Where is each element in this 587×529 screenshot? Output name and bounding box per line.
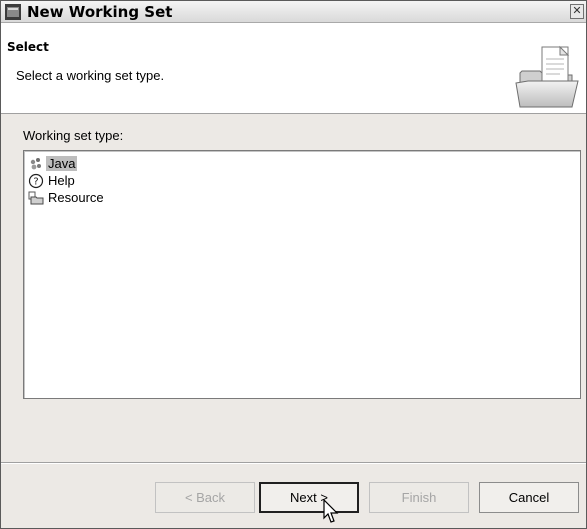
mouse-pointer-icon xyxy=(323,499,339,523)
eclipse-app-icon xyxy=(5,4,21,20)
button-bar-separator xyxy=(1,462,586,464)
back-button[interactable]: < Back xyxy=(155,482,255,513)
page-title: Select xyxy=(7,40,49,54)
new-working-set-dialog: New Working Set ✕ Select Select a workin… xyxy=(0,0,587,529)
list-item-label: Help xyxy=(48,173,75,188)
working-set-type-list[interactable]: Java ? Help Resource xyxy=(23,150,581,399)
java-icon xyxy=(30,157,41,169)
title-bar[interactable]: New Working Set ✕ xyxy=(1,1,586,23)
folder-with-document-icon xyxy=(515,45,579,108)
help-icon: ? xyxy=(28,173,44,188)
close-icon: ✕ xyxy=(572,5,582,17)
working-set-type-label: Working set type: xyxy=(23,128,124,143)
list-item-label: Java xyxy=(46,156,78,171)
svg-text:?: ? xyxy=(33,176,38,187)
list-item-java[interactable]: Java xyxy=(28,155,78,172)
finish-button[interactable]: Finish xyxy=(369,482,469,513)
page-description: Select a working set type. xyxy=(16,68,165,83)
list-item-help[interactable]: ? Help xyxy=(28,172,77,189)
cancel-button[interactable]: Cancel xyxy=(479,482,579,513)
list-item-resource[interactable]: Resource xyxy=(28,189,106,206)
close-button[interactable]: ✕ xyxy=(570,4,584,19)
window-title: New Working Set xyxy=(27,3,173,21)
resource-icon xyxy=(28,191,44,204)
wizard-header: Select Select a working set type. xyxy=(1,23,586,114)
list-item-label: Resource xyxy=(48,190,104,205)
next-button[interactable]: Next > xyxy=(259,482,359,513)
